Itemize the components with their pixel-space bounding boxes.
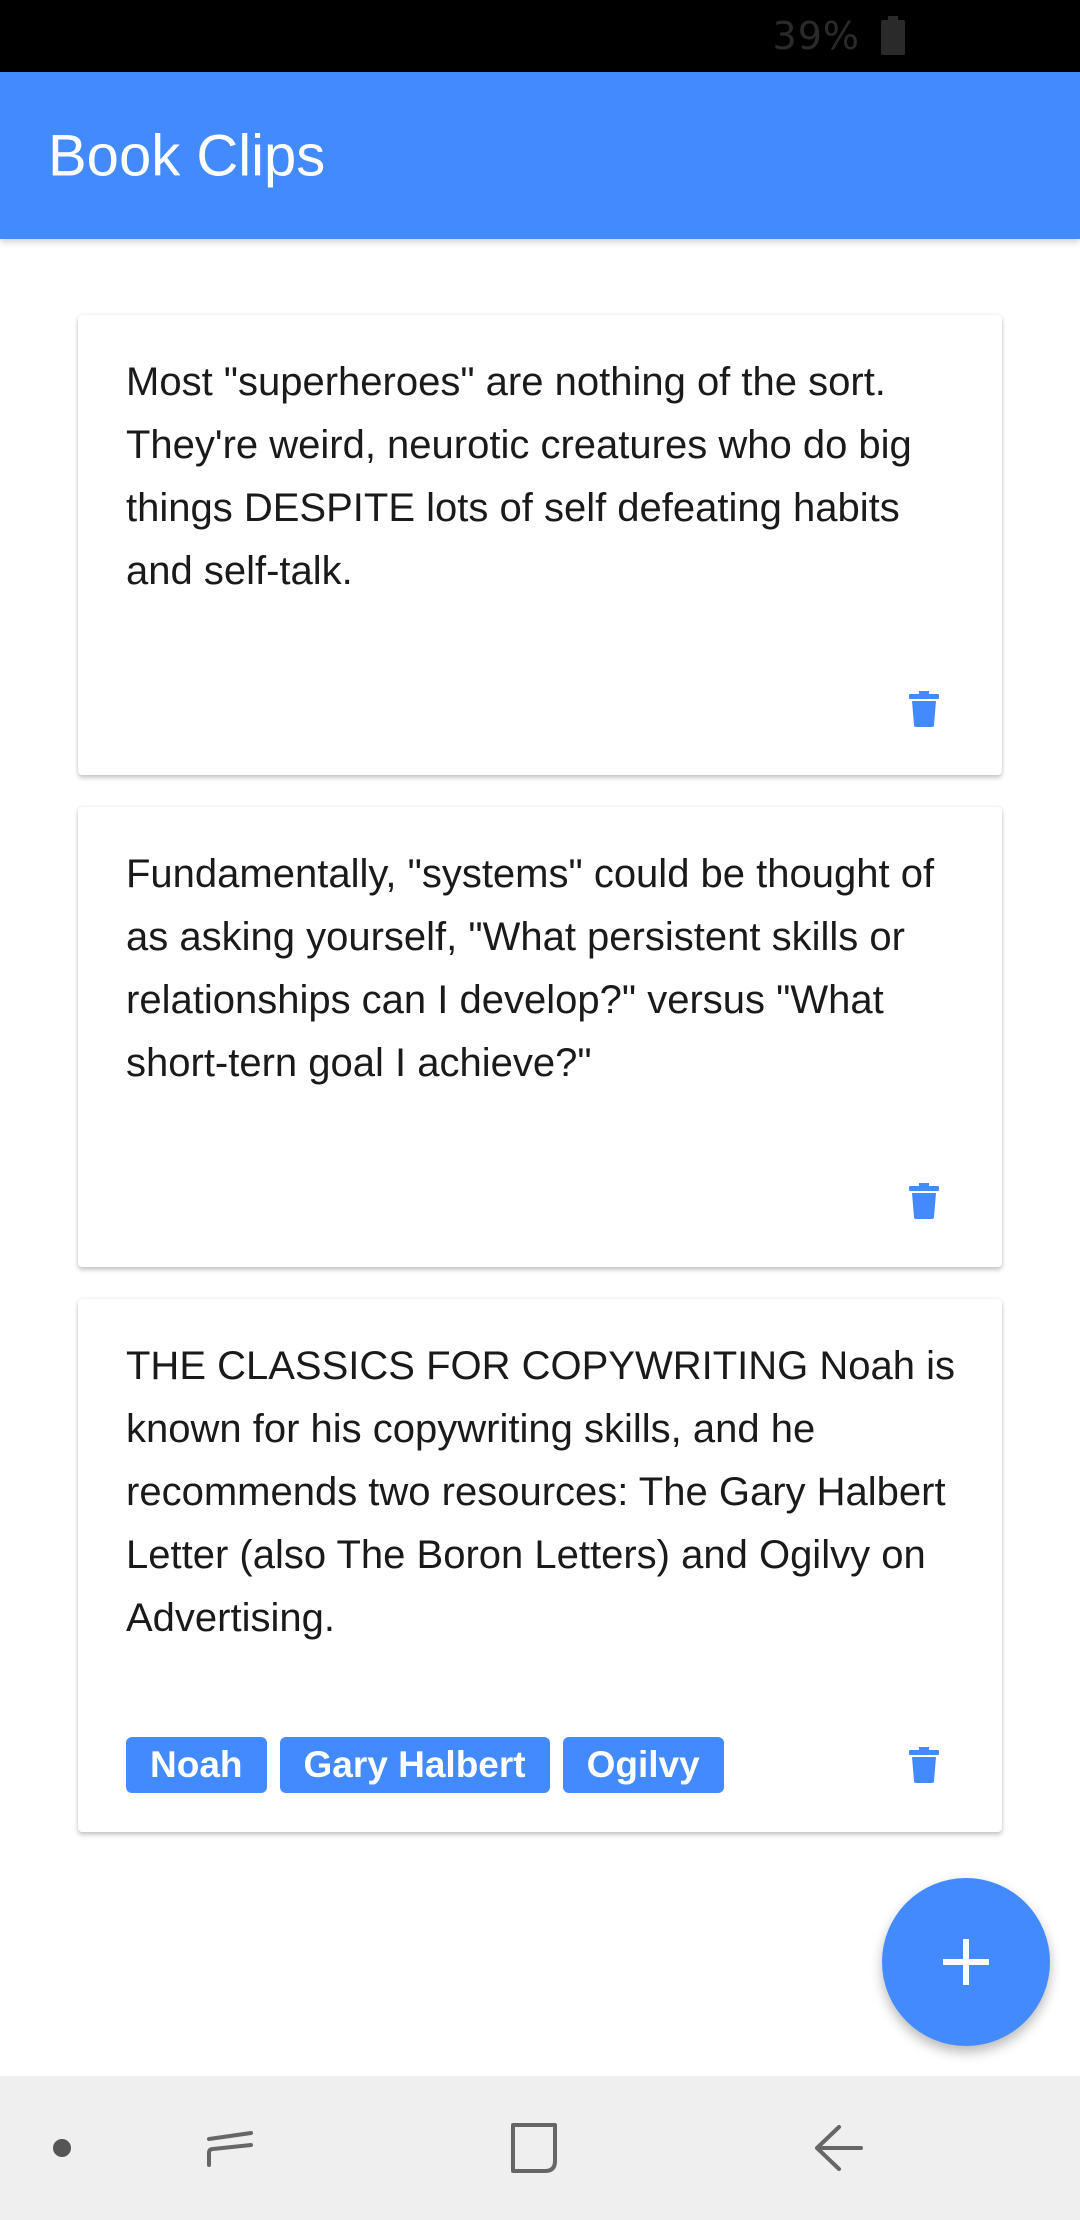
clip-text: Fundamentally, "systems" could be though… bbox=[126, 852, 935, 1085]
navigation-bar bbox=[0, 2076, 1080, 2220]
battery-percent: 39% bbox=[772, 14, 860, 58]
nav-recents-button[interactable] bbox=[180, 2076, 280, 2220]
trash-icon bbox=[909, 1747, 939, 1783]
delete-button[interactable] bbox=[894, 1171, 954, 1231]
trash-icon bbox=[909, 1183, 939, 1219]
tag-chip[interactable]: Ogilvy bbox=[562, 1737, 724, 1793]
plus-icon bbox=[943, 1939, 989, 1985]
clip-text: THE CLASSICS FOR COPYWRITING Noah is kno… bbox=[126, 1344, 956, 1640]
dot-icon bbox=[53, 2139, 71, 2157]
app-bar: Book Clips bbox=[0, 72, 1080, 239]
battery-icon bbox=[881, 16, 905, 55]
add-clip-button[interactable] bbox=[882, 1878, 1050, 2046]
clip-card-2[interactable]: Fundamentally, "systems" could be though… bbox=[78, 807, 1002, 1267]
nav-back-button[interactable] bbox=[788, 2076, 888, 2220]
delete-button[interactable] bbox=[894, 1735, 954, 1795]
trash-icon bbox=[909, 691, 939, 727]
status-bar: 39% bbox=[0, 0, 1080, 72]
delete-button[interactable] bbox=[894, 679, 954, 739]
app-title: Book Clips bbox=[48, 123, 326, 188]
nav-home-button[interactable] bbox=[484, 2076, 584, 2220]
tag-chip[interactable]: Noah bbox=[126, 1737, 267, 1793]
back-icon bbox=[815, 2125, 863, 2171]
clip-card-3[interactable]: THE CLASSICS FOR COPYWRITING Noah is kno… bbox=[78, 1299, 1002, 1832]
nav-dot-button[interactable] bbox=[32, 2076, 92, 2220]
recents-icon bbox=[207, 2131, 253, 2167]
clip-card-1[interactable]: Most "superheroes" are nothing of the so… bbox=[78, 315, 1002, 775]
clip-text: Most "superheroes" are nothing of the so… bbox=[126, 360, 912, 593]
tag-chip[interactable]: Gary Halbert bbox=[279, 1737, 550, 1793]
tag-list: Noah Gary Halbert Ogilvy bbox=[126, 1737, 724, 1793]
home-icon bbox=[511, 2123, 557, 2173]
